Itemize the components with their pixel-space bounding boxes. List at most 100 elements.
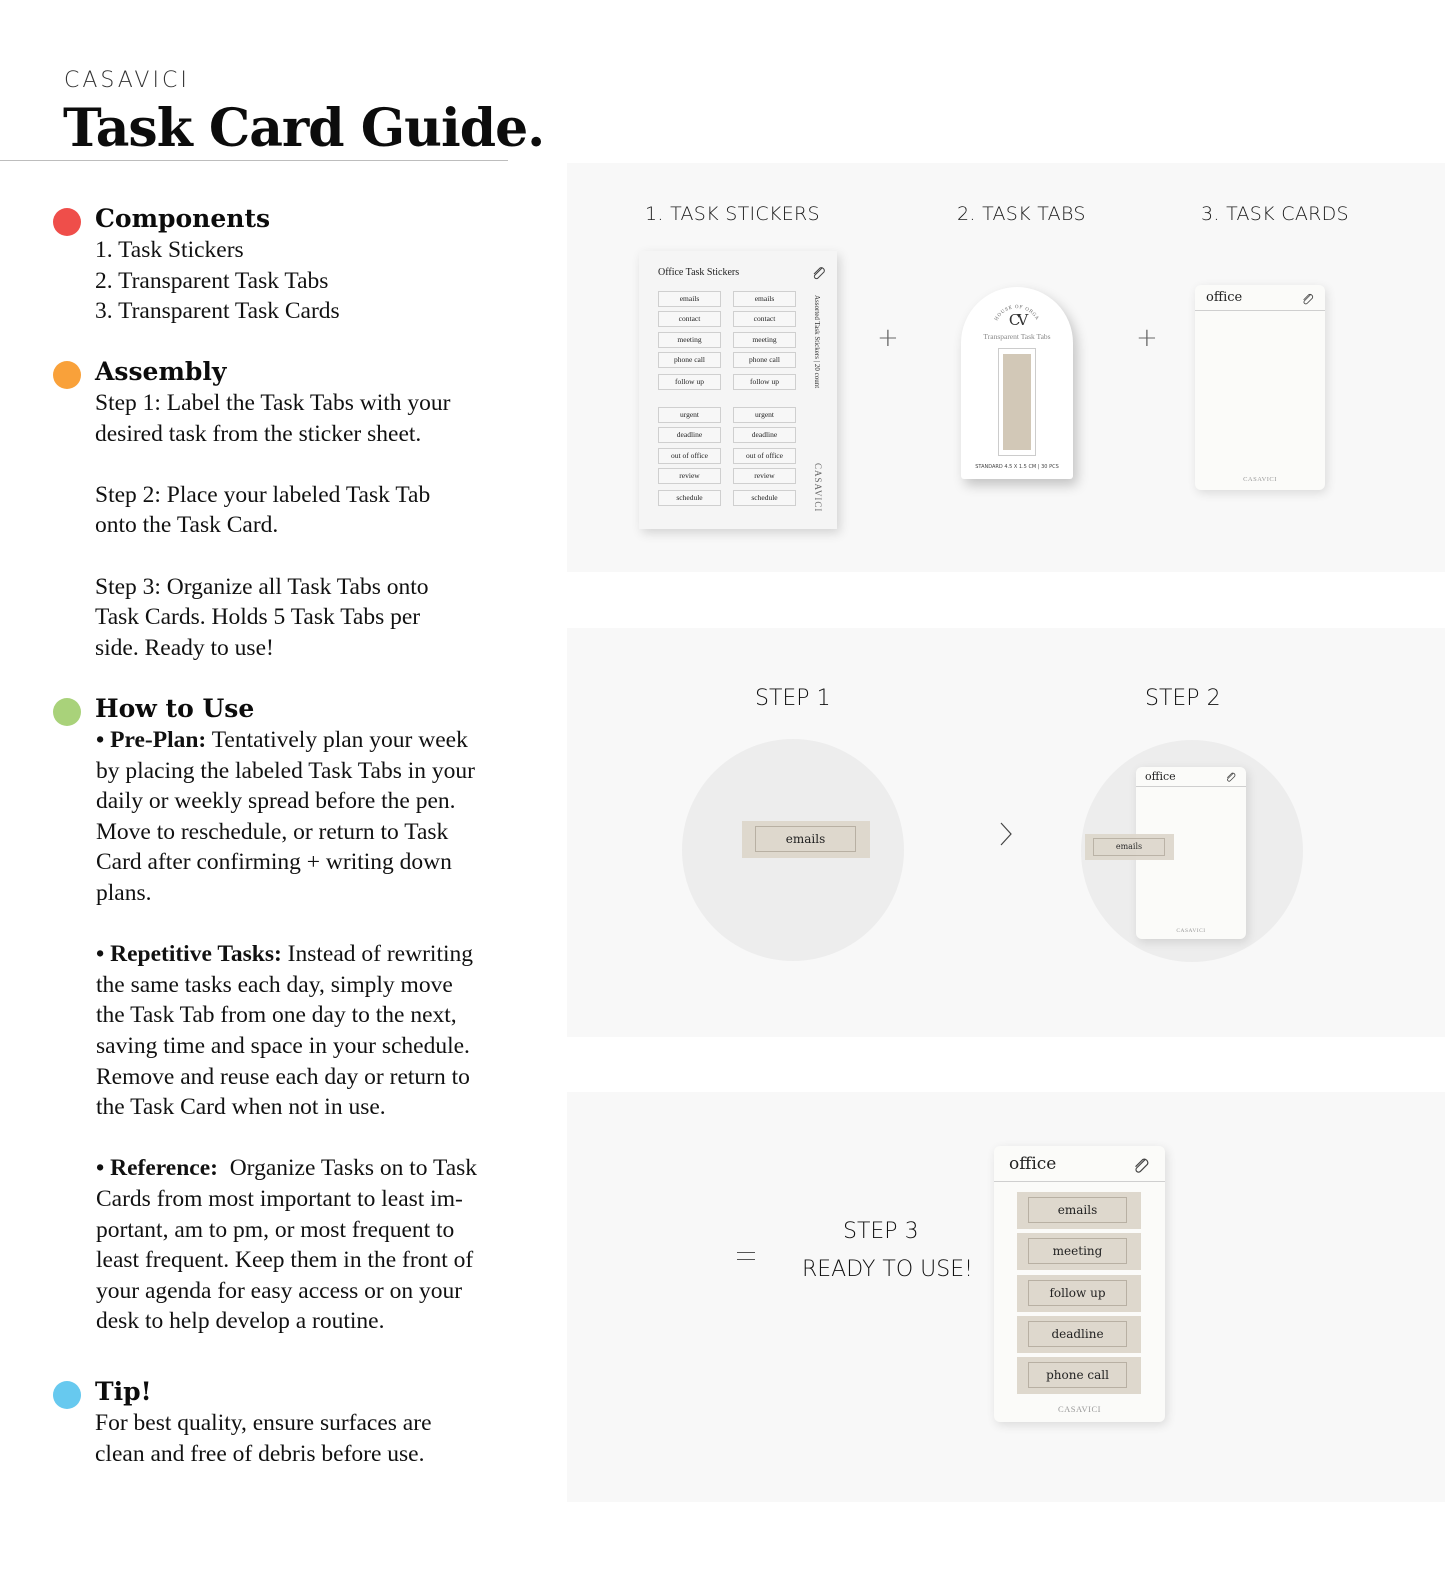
title-divider <box>0 160 508 161</box>
cv-logo: CV <box>1008 311 1028 329</box>
components-panel: 1. TASK STICKERS 2. TASK TABS 3. TASK CA… <box>567 163 1445 572</box>
paperclip-icon <box>1226 772 1236 782</box>
components-section: Components 1. Task Stickers 2. Transpare… <box>53 203 533 327</box>
sticker-sheet-brand: CASAVICI <box>813 463 823 513</box>
chevron-right-icon <box>1000 822 1012 846</box>
item-text: your agenda for easy access or on your <box>96 1277 463 1304</box>
task-tab-label: deadline <box>1028 1320 1127 1347</box>
sticker: emails <box>733 291 796 307</box>
assembly-step-line: onto the Task Card. <box>95 512 279 539</box>
task-tab: emails <box>1085 834 1174 860</box>
task-tab: deadline <box>1017 1315 1141 1353</box>
sticker: out of office <box>658 448 721 464</box>
plus-icon: + <box>1136 323 1158 353</box>
item-text: the Task Tab from one day to the next, <box>96 1002 457 1029</box>
sticker: follow up <box>733 374 796 390</box>
item-label: • Repetitive Tasks: <box>96 941 282 968</box>
sticker-sheet-side-text: Assorted Task Stickers | 20 count <box>813 295 821 389</box>
ready-label: READY TO USE! <box>802 1257 973 1282</box>
tip-section: Tip! For best quality, ensure surfaces a… <box>53 1376 533 1469</box>
assembly-step-line: Step 3: Organize all Task Tabs onto <box>95 573 429 600</box>
card-brand: CASAVICI <box>1243 476 1277 483</box>
sticker: deadline <box>733 427 796 443</box>
label-task-cards: 3. TASK CARDS <box>1201 203 1349 225</box>
how-to-use-section: How to Use • Pre-Plan: Tentatively plan … <box>53 693 533 1337</box>
item-text: least frequent. Keep them in the front o… <box>96 1247 474 1274</box>
sticker: contact <box>733 311 796 327</box>
item-text: Organize Tasks on to Task <box>217 1155 478 1182</box>
item-text: the same tasks each day, simply move <box>96 971 453 998</box>
task-tab-label: phone call <box>1028 1362 1127 1389</box>
label-task-stickers: 1. TASK STICKERS <box>645 203 820 225</box>
tip-heading: Tip! <box>95 1377 152 1406</box>
card-title: office <box>1009 1154 1057 1174</box>
item-label: • Pre-Plan: <box>96 727 207 753</box>
how-to-use-item-reference: • Reference: Organize Tasks on to Task C… <box>96 1153 533 1337</box>
task-tab-label: emails <box>1028 1197 1127 1223</box>
sticker: meeting <box>658 332 721 348</box>
sticker: meeting <box>733 332 796 348</box>
tip-text: clean and free of debris before use. <box>95 1440 425 1467</box>
sticker: review <box>658 468 721 484</box>
label-task-tabs: 2. TASK TABS <box>957 203 1086 225</box>
task-tab: phone call <box>1017 1357 1141 1395</box>
sticker: phone call <box>658 352 721 368</box>
item-text: by placing the labeled Task Tabs in your <box>96 757 475 784</box>
red-dot-icon <box>53 208 81 236</box>
item-text: Instead of rewriting <box>281 941 473 968</box>
component-item: 1. Task Stickers <box>95 237 244 263</box>
sticker: out of office <box>733 448 796 464</box>
task-card: office CASAVICI <box>1195 285 1325 490</box>
components-heading: Components <box>95 204 271 233</box>
card-title: office <box>1145 770 1176 783</box>
paperclip-icon <box>1303 293 1314 305</box>
component-item: 3. Transparent Task Cards <box>95 298 340 325</box>
assembly-step-line: Step 1: Label the Task Tabs with your <box>95 390 451 416</box>
sticker: schedule <box>658 490 721 506</box>
step2-label: STEP 2 <box>1145 686 1221 711</box>
task-tab-label: emails <box>755 826 856 852</box>
plus-icon: + <box>877 323 899 353</box>
page-title: Task Card Guide. <box>63 98 545 159</box>
item-text: portant, am to pm, or most frequent to <box>96 1216 455 1243</box>
sticker: follow up <box>658 374 721 390</box>
item-text: the Task Card when not in use. <box>96 1094 386 1121</box>
item-text: Remove and reuse each day or return to <box>96 1063 470 1090</box>
item-text: Move to reschedule, or return to Task <box>96 818 449 845</box>
sticker-sheet-title: Office Task Stickers <box>658 267 740 278</box>
result-panel: STEP 3 READY TO USE! office emails meetin… <box>567 1092 1445 1502</box>
pack-name: Transparent Task Tabs <box>983 332 1051 341</box>
steps-panel: STEP 1 STEP 2 emails office CASAVICI ema… <box>567 628 1445 1037</box>
item-text: Tentatively plan your week <box>206 727 468 753</box>
equals-icon <box>737 1250 755 1262</box>
orange-dot-icon <box>53 361 81 389</box>
task-tab-label: emails <box>1093 838 1165 856</box>
card-brand: CASAVICI <box>1176 928 1206 934</box>
sticker: deadline <box>658 427 721 443</box>
assembly-heading: Assembly <box>95 357 227 386</box>
task-tab: follow up <box>1017 1274 1141 1312</box>
task-tab: emails <box>1017 1192 1141 1229</box>
task-tab: emails <box>742 821 870 858</box>
assembly-step-line: desired task from the sticker sheet. <box>95 420 422 447</box>
sticker: review <box>733 468 796 484</box>
pack-window <box>998 348 1036 456</box>
how-to-use-item-pre-plan: • Pre-Plan: Tentatively plan your week b… <box>96 725 533 909</box>
assembly-step-line: Task Cards. Holds 5 Task Tabs per <box>95 604 421 631</box>
sticker: urgent <box>658 407 721 423</box>
step3-label: STEP 3 <box>843 1219 919 1244</box>
sticker: contact <box>658 311 721 327</box>
item-text: Cards from most important to least im- <box>96 1185 463 1212</box>
card-brand: CASAVICI <box>1057 1404 1102 1414</box>
step1-label: STEP 1 <box>755 686 831 711</box>
item-text: desk to help develop a routine. <box>96 1308 385 1335</box>
task-card-filled: office emails meeting follow up deadline pho… <box>994 1146 1165 1422</box>
item-text: saving time and space in your schedule. <box>96 1032 470 1059</box>
sticker-sheet: Office Task Stickers emails emails contact… <box>639 251 837 529</box>
card-title: office <box>1206 290 1243 305</box>
task-tab: meeting <box>1017 1233 1141 1271</box>
assembly-section: Assembly Step 1: Label the Task Tabs wit… <box>53 356 533 663</box>
task-tabs-pack: HOUSE OF ORGANIZATION CV Transparent Tas… <box>961 287 1073 479</box>
sticker: urgent <box>733 407 796 423</box>
task-tab-label: follow up <box>1028 1279 1127 1306</box>
